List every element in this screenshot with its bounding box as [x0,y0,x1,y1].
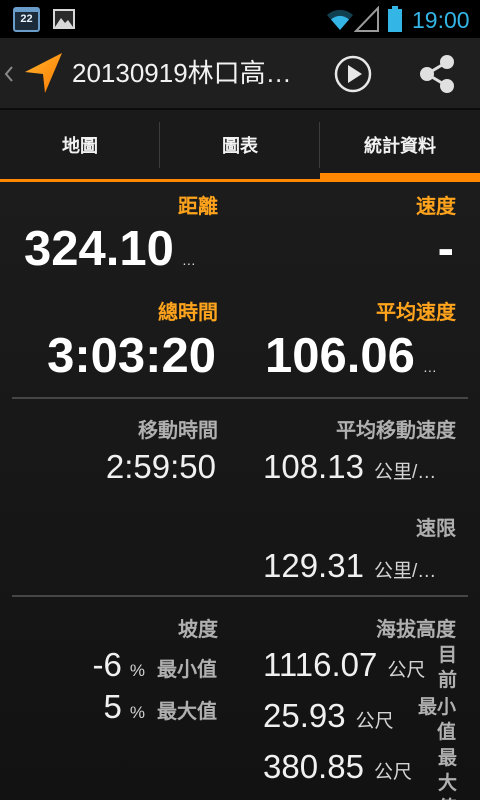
calendar-icon: 22 [13,7,40,32]
tab-chart-label: 圖表 [222,136,258,156]
track-title: 20130919林口高… [72,58,292,88]
distance-value: 324.10 [24,222,174,276]
share-button[interactable] [413,50,461,98]
elevation-current-row: 1116.07 公尺 [263,645,425,685]
moving-time-value: 2:59:50 [105,448,216,485]
max-speed-value: 129.31 [263,547,364,584]
moving-time-label: 移動時間 [138,420,218,442]
distance-label: 距離 [178,196,218,218]
average-speed-unit: … [422,359,437,375]
average-moving-speed-label: 平均移動速度 [336,420,456,442]
tab-map[interactable]: 地圖 [0,110,160,182]
total-time-label: 總時間 [158,302,218,324]
speed-value-row: - [256,221,454,277]
moving-time-value-row: 2:59:50 [18,447,216,487]
clock: 19:00 [412,7,470,33]
navigation-arrow-icon [25,53,62,93]
total-time-value-row: 3:03:20 [18,328,216,384]
up-button[interactable] [0,38,68,108]
total-time-value: 3:03:20 [47,329,216,383]
average-speed-value-row: 106.06 … [265,328,437,384]
share-icon [420,55,454,93]
elevation-min-row: 25.93 公尺 [263,696,394,736]
elevation-label: 海拔高度 [376,619,456,641]
grade-min-unit: % [129,661,145,680]
grade-max-row: 5 % 最大值 [18,687,217,727]
average-moving-speed-value: 108.13 [263,448,364,485]
my-tracks-statistics-screen: 22 19:00 20130919林口高… 地圖 圖表 統計資料 距離 速度 3… [0,0,480,800]
tab-statistics[interactable]: 統計資料 [320,110,480,182]
average-speed-value: 106.06 [265,329,415,383]
grade-min-value: -6 [92,646,122,683]
elevation-min-unit: 公尺 [355,711,394,732]
calendar-day: 22 [20,13,33,25]
max-speed-unit: 公里/… [373,561,437,582]
elevation-max-unit: 公尺 [373,762,412,783]
grade-min-label: 最小值 [157,659,217,681]
stats-scroll-view[interactable]: 距離 速度 324.10 … - 總時間 平均速度 3:03:20 106.06… [0,182,480,800]
section-divider [12,595,468,597]
action-bar: 20130919林口高… [0,38,480,108]
grade-min-row: -6 % 最小值 [18,645,217,685]
cell-signal-icon [354,6,379,32]
grade-label: 坡度 [178,619,218,641]
max-speed-value-row: 129.31 公里/… [263,546,436,586]
elevation-max-row: 380.85 公尺 [263,747,412,787]
elevation-current-unit: 公尺 [387,660,426,681]
grade-max-unit: % [129,703,145,722]
distance-unit: … [181,252,196,268]
elevation-current-value: 1116.07 [263,646,378,683]
tab-map-label: 地圖 [62,136,98,156]
distance-value-row: 324.10 … [24,221,196,277]
tab-bar: 地圖 圖表 統計資料 [0,110,480,182]
battery-icon [388,6,402,32]
average-moving-speed-unit: 公里/… [373,462,437,483]
average-moving-speed-value-row: 108.13 公里/… [263,447,436,487]
tab-statistics-label: 統計資料 [364,136,436,156]
grade-max-label: 最大值 [157,701,217,723]
elevation-current-label: 目前 [437,645,457,691]
tab-chart[interactable]: 圖表 [160,110,320,182]
image-icon [53,9,75,29]
grade-max-value: 5 [103,688,122,725]
play-icon [334,55,372,93]
elevation-max-label: 最大值 [437,748,457,800]
elevation-max-value: 380.85 [263,748,364,785]
speed-value: - [437,222,454,276]
status-bar: 22 19:00 [0,0,480,38]
section-divider [12,397,468,399]
max-speed-label: 速限 [416,518,456,540]
elevation-min-value: 25.93 [263,697,346,734]
speed-label: 速度 [416,196,456,218]
chevron-left-icon [4,66,13,82]
elevation-min-label: 最小值 [417,697,456,743]
play-button[interactable] [329,50,377,98]
wifi-icon [327,9,353,30]
average-speed-label: 平均速度 [376,302,456,324]
selected-tab-indicator [320,173,480,182]
